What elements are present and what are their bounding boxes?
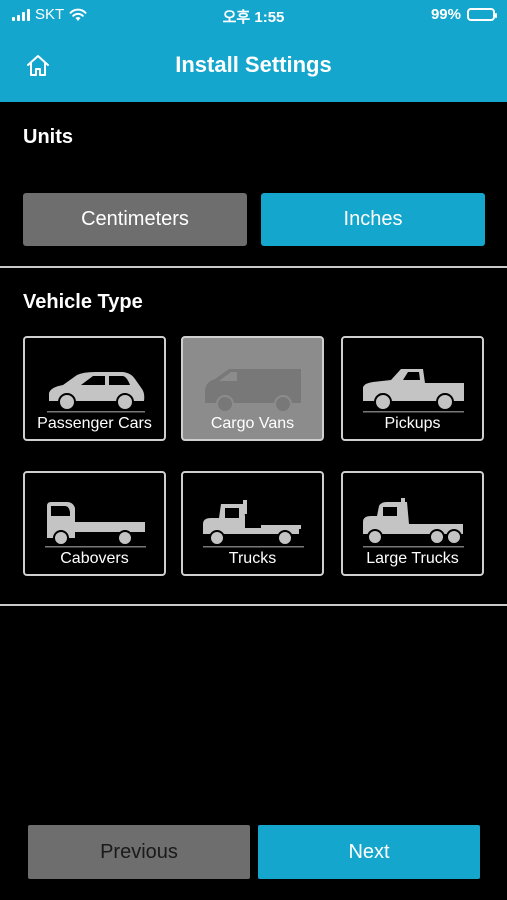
pickup-icon <box>363 369 464 413</box>
vehicle-option-large-trucks[interactable]: Large Trucks <box>341 471 484 576</box>
large-truck-icon <box>363 498 464 548</box>
status-bar: SKT 오후 1:55 99% <box>0 0 507 30</box>
vehicle-type-heading: Vehicle Type <box>23 291 143 313</box>
vehicle-label: Passenger Cars <box>37 415 152 432</box>
centimeters-button[interactable]: Centimeters <box>23 193 247 246</box>
next-button[interactable]: Next <box>258 825 480 879</box>
truck-icon <box>203 500 304 548</box>
vehicle-option-cabovers[interactable]: Cabovers <box>23 471 166 576</box>
vehicle-option-cargo-vans[interactable]: Cargo Vans <box>181 336 324 441</box>
vehicle-option-trucks[interactable]: Trucks <box>181 471 324 576</box>
vehicle-label: Large Trucks <box>366 550 459 567</box>
vehicle-label: Cabovers <box>60 550 129 567</box>
nav-bar: Install Settings <box>0 30 507 102</box>
vehicle-option-pickups[interactable]: Pickups <box>341 336 484 441</box>
vehicle-option-passenger-cars[interactable]: Passenger Cars <box>23 336 166 441</box>
vehicle-label: Trucks <box>228 550 277 567</box>
van-icon <box>205 369 301 413</box>
cabover-icon <box>45 502 146 548</box>
units-heading: Units <box>23 126 73 148</box>
battery-percent: 99% <box>430 6 461 23</box>
inches-button[interactable]: Inches <box>261 193 485 246</box>
battery-icon <box>467 8 497 21</box>
divider <box>0 604 507 606</box>
page-title: Install Settings <box>175 52 332 77</box>
vehicle-label: Pickups <box>384 415 441 432</box>
vehicle-label: Cargo Vans <box>210 415 295 432</box>
car-icon <box>47 372 145 413</box>
status-right: 99% <box>430 6 497 23</box>
divider <box>0 266 507 268</box>
previous-button[interactable]: Previous <box>28 825 250 879</box>
